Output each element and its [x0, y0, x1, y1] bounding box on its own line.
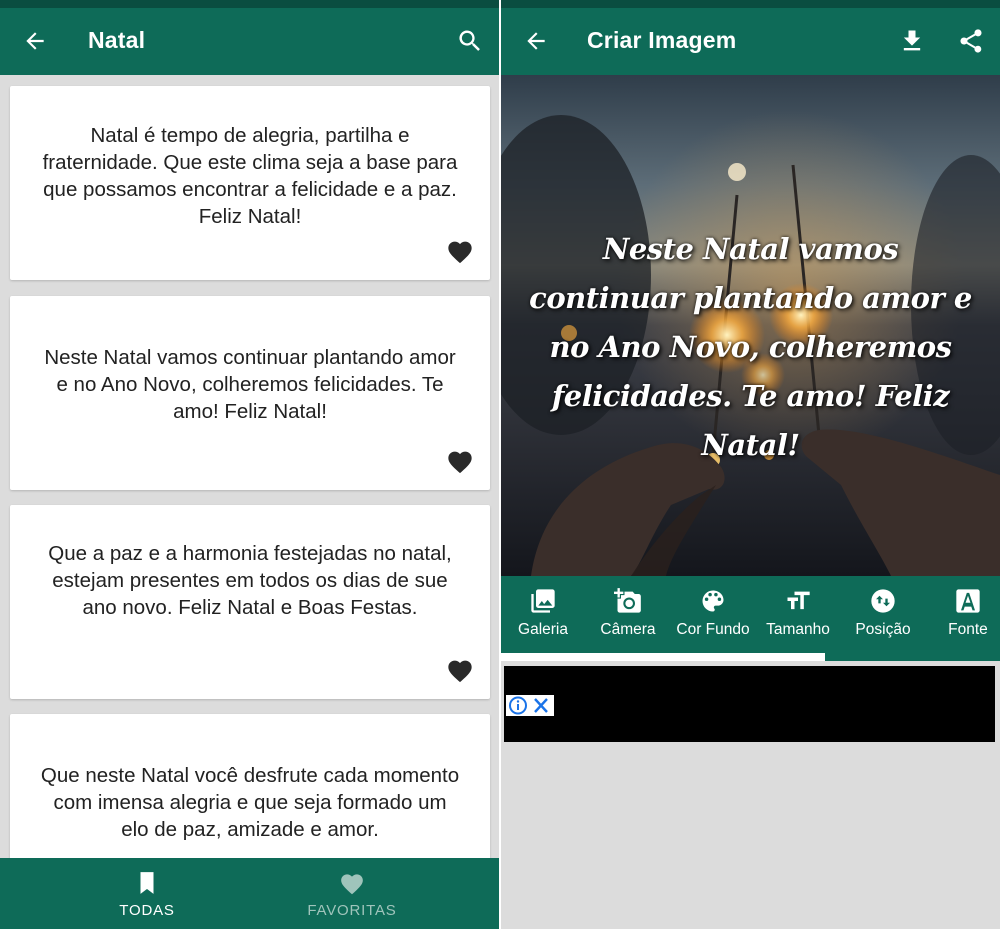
share-icon[interactable] [957, 27, 985, 55]
info-icon[interactable] [506, 695, 554, 716]
text-size-icon [787, 591, 810, 610]
toolbar-scroll-indicator[interactable] [501, 653, 826, 661]
toolbar-scroll-track [501, 653, 1000, 661]
download-icon[interactable] [898, 27, 926, 55]
palette-icon [702, 590, 724, 612]
overlay-quote-text[interactable]: Neste Natal vamos continuar plantando am… [521, 225, 980, 470]
tool-label: Câmera [600, 621, 656, 638]
preview-image[interactable]: Neste Natal vamos continuar plantando am… [501, 75, 1000, 576]
search-icon[interactable] [456, 27, 484, 55]
tool-label: Fonte [948, 621, 988, 638]
tool-label: Tamanho [766, 621, 830, 638]
camera-icon [614, 588, 641, 613]
quotes-list-screen: Natal Natal é tempo de alegria, partilha… [0, 0, 499, 929]
quote-card[interactable]: Natal é tempo de alegria, partilha e fra… [10, 86, 490, 280]
nav-tab-label: FAVORITAS [307, 902, 397, 919]
tool-posicao[interactable]: Posição [841, 576, 925, 653]
heart-icon[interactable] [446, 238, 474, 264]
tool-label: Posição [855, 621, 911, 638]
position-icon [871, 589, 895, 613]
bookmark-icon [140, 872, 154, 894]
quote-text: Neste Natal vamos continuar plantando am… [44, 346, 456, 423]
status-bar [501, 0, 1000, 8]
heart-icon[interactable] [446, 657, 474, 683]
nav-tab-favoritas[interactable]: FAVORITAS [252, 858, 452, 929]
ad-choices[interactable] [506, 695, 554, 716]
nav-tab-todas[interactable]: TODAS [47, 858, 247, 929]
page-title: Criar Imagem [587, 27, 737, 53]
arrow-left-icon[interactable] [523, 28, 549, 54]
tool-label: Galeria [518, 621, 568, 638]
tool-label: Cor Fundo [676, 621, 750, 638]
heart-icon[interactable] [446, 448, 474, 474]
heart-icon [341, 874, 363, 895]
editor-toolbar: Galeria Câmera Cor Fundo Tamanho Posição [501, 576, 1000, 653]
bottom-navigation: TODAS FAVORITAS [0, 858, 499, 929]
tool-galeria[interactable]: Galeria [501, 576, 585, 653]
create-image-screen: Criar Imagem Neste Natal vamos continuar… [501, 0, 1000, 929]
nav-tab-label: TODAS [119, 902, 175, 919]
tool-cor-fundo[interactable]: Cor Fundo [671, 576, 755, 653]
quote-card[interactable]: Neste Natal vamos continuar plantando am… [10, 296, 490, 490]
arrow-left-icon[interactable] [22, 28, 48, 54]
gallery-icon [531, 589, 555, 613]
quote-card[interactable]: Que a paz e a harmonia festejadas no nat… [10, 505, 490, 699]
quote-text: Natal é tempo de alegria, partilha e fra… [42, 124, 458, 228]
tool-fonte[interactable]: Fonte [926, 576, 1000, 653]
quote-text: Que a paz e a harmonia festejadas no nat… [48, 542, 452, 619]
app-bar: Criar Imagem [501, 8, 1000, 75]
ad-banner[interactable] [504, 666, 995, 742]
status-bar [0, 0, 499, 8]
tool-tamanho[interactable]: Tamanho [756, 576, 840, 653]
font-icon [956, 589, 980, 613]
quote-text: Que neste Natal você desfrute cada momen… [40, 764, 460, 841]
page-title: Natal [88, 27, 146, 53]
app-bar: Natal [0, 8, 499, 75]
tool-camera[interactable]: Câmera [586, 576, 670, 653]
